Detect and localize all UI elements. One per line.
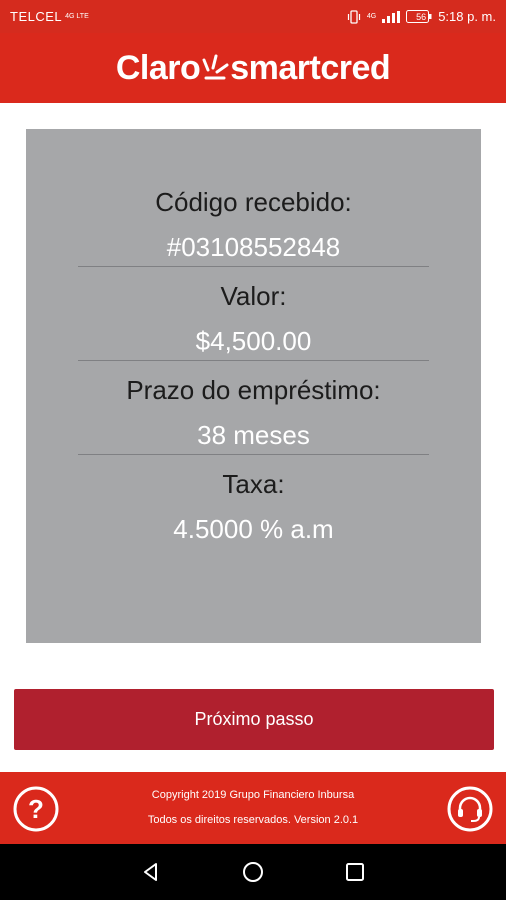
- amount-value: $4,500.00: [195, 326, 312, 356]
- copyright-text: Copyright 2019 Grupo Financiero Inbursa: [151, 789, 355, 801]
- nav-recents-icon: [346, 863, 364, 881]
- app-footer: ? Copyright 2019 Grupo Financiero Inburs…: [0, 772, 506, 844]
- rights-version-text: Todos os direitos reservados. Version 2.…: [147, 814, 359, 826]
- battery-level: 56: [416, 11, 427, 22]
- divider: [78, 360, 429, 361]
- svg-text:?: ?: [28, 794, 44, 824]
- code-label: Código recebido:: [155, 187, 352, 217]
- nav-home-button[interactable]: [233, 852, 273, 892]
- help-circle-icon: ?: [13, 786, 59, 832]
- rate-label: Taxa:: [222, 469, 285, 499]
- nav-back-icon: [144, 863, 157, 881]
- amount-label: Valor:: [220, 281, 287, 311]
- rate-value: 4.5000 % a.m: [173, 514, 334, 544]
- clock: 5:18 p. m.: [438, 9, 496, 24]
- logo-spark-icon: [200, 48, 230, 88]
- nav-back-button[interactable]: [131, 852, 171, 892]
- logo-smartcred-text: smartcred: [230, 48, 391, 87]
- term-value: 38 meses: [197, 420, 310, 450]
- network-type: 4G LTE: [65, 13, 89, 20]
- loan-summary-card: Código recebido: #03108552848 Valor: $4,…: [26, 129, 481, 643]
- term-label: Prazo do empréstimo:: [126, 375, 381, 405]
- divider: [78, 454, 429, 455]
- code-value: #03108552848: [166, 232, 341, 262]
- carrier-name: TELCEL: [10, 9, 63, 24]
- next-step-button[interactable]: Próximo passo: [14, 689, 494, 750]
- system-nav-bar: [0, 844, 506, 900]
- vibrate-icon: [347, 9, 361, 24]
- status-right: 4G 56 5:18 p. m.: [347, 9, 496, 24]
- logo-claro-text: Claro: [115, 48, 201, 87]
- status-left: TELCEL 4G LTE: [10, 9, 89, 24]
- headset-icon: [447, 786, 493, 832]
- support-button[interactable]: [446, 785, 494, 833]
- signal-network-type: 4G: [366, 13, 377, 20]
- nav-home-icon: [243, 862, 263, 882]
- status-bar: TELCEL 4G LTE 4G 56 5:18 p. m.: [0, 0, 506, 33]
- claro-smartcred-logo: Claro smartcred: [115, 48, 391, 88]
- nav-recents-button[interactable]: [335, 852, 375, 892]
- signal-icon: [382, 10, 401, 23]
- divider: [78, 266, 429, 267]
- help-button[interactable]: ?: [12, 785, 60, 833]
- app-header: Claro smartcred: [0, 33, 506, 103]
